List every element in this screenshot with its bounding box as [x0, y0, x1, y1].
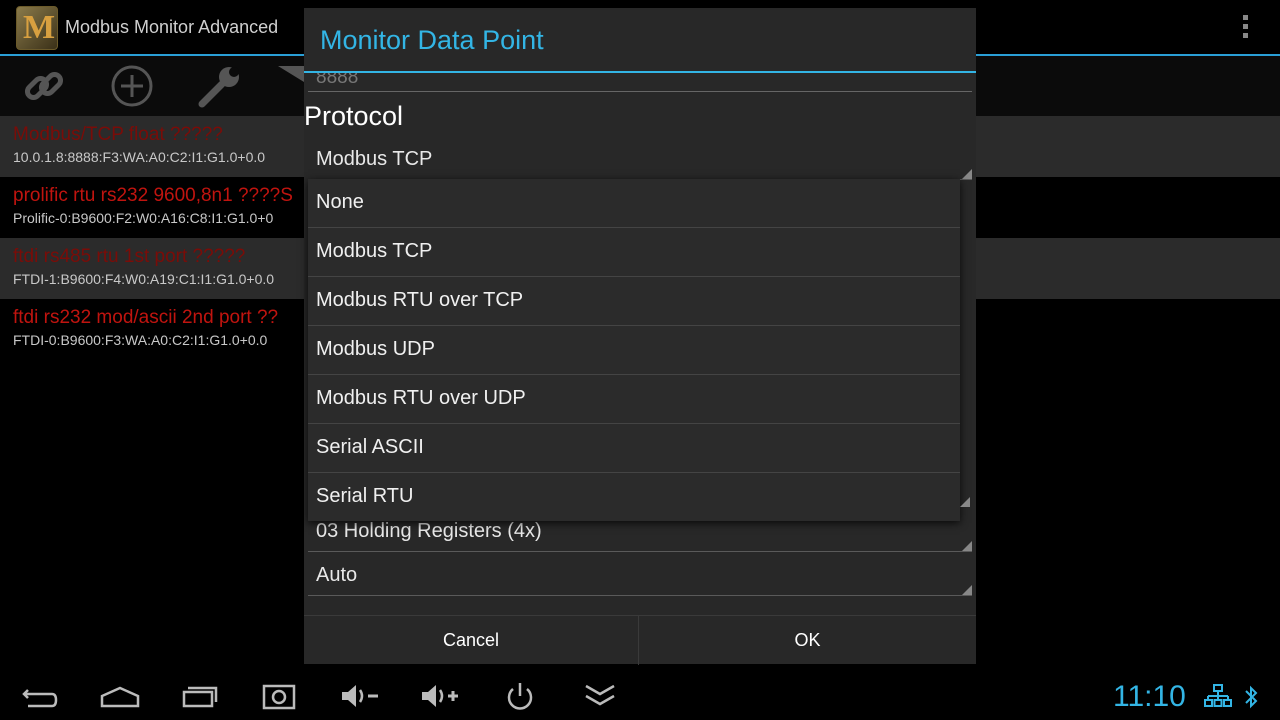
- dropdown-option-serial-rtu[interactable]: Serial RTU: [308, 473, 960, 522]
- screenshot-icon[interactable]: [258, 680, 302, 712]
- network-icon: [1204, 684, 1232, 713]
- dialog-button-bar: Cancel OK: [304, 615, 976, 665]
- dropdown-option-label: Modbus RTU over TCP: [316, 289, 524, 311]
- protocol-label: Protocol: [304, 101, 404, 131]
- function-spinner-value: 03 Holding Registers (4x): [316, 520, 542, 542]
- bluetooth-icon: [1242, 684, 1260, 715]
- volume-down-icon[interactable]: [338, 680, 382, 712]
- dropdown-option-none[interactable]: None: [308, 179, 960, 228]
- dropdown-option-label: Serial RTU: [316, 485, 414, 507]
- dropdown-option-serial-ascii[interactable]: Serial ASCII: [308, 424, 960, 473]
- cancel-button[interactable]: Cancel: [304, 616, 639, 665]
- dropdown-option-label: None: [316, 191, 364, 213]
- format-spinner[interactable]: Auto: [308, 560, 972, 596]
- app-title: Modbus Monitor Advanced: [65, 17, 279, 37]
- dropdown-option-label: Modbus TCP: [316, 240, 433, 262]
- dropdown-option-modbus-rtu-over-tcp[interactable]: Modbus RTU over TCP: [308, 277, 960, 326]
- spinner-arrow-icon: [962, 541, 972, 551]
- dropdown-option-label: Modbus RTU over UDP: [316, 387, 526, 409]
- link-icon[interactable]: [20, 62, 68, 110]
- wrench-icon[interactable]: [196, 62, 244, 110]
- overflow-menu-icon[interactable]: [1243, 15, 1249, 41]
- port-field[interactable]: 8888: [308, 73, 972, 92]
- system-bar: [0, 672, 1280, 720]
- dropdown-option-modbus-tcp[interactable]: Modbus TCP: [308, 228, 960, 277]
- protocol-spinner-value: Modbus TCP: [316, 148, 433, 170]
- recent-apps-icon[interactable]: [178, 680, 222, 712]
- protocol-spinner[interactable]: Modbus TCP: [308, 144, 972, 180]
- spinner-arrow-icon: [962, 585, 972, 595]
- dialog-title: Monitor Data Point: [320, 25, 544, 55]
- protocol-dropdown: None Modbus TCP Modbus RTU over TCP Modb…: [308, 179, 960, 521]
- home-icon[interactable]: [98, 680, 142, 712]
- back-icon[interactable]: [18, 680, 62, 712]
- port-field-value: 8888: [316, 73, 359, 88]
- app-logo-letter: M: [23, 9, 56, 46]
- power-icon[interactable]: [498, 680, 542, 712]
- status-clock[interactable]: 11:10: [1113, 680, 1186, 714]
- spinner-arrow-icon: [962, 169, 972, 179]
- collapse-icon[interactable]: [578, 680, 622, 712]
- volume-up-icon[interactable]: [418, 680, 462, 712]
- dropdown-option-modbus-udp[interactable]: Modbus UDP: [308, 326, 960, 375]
- dropdown-option-modbus-rtu-over-udp[interactable]: Modbus RTU over UDP: [308, 375, 960, 424]
- dropdown-option-label: Modbus UDP: [316, 338, 435, 360]
- add-icon[interactable]: [108, 62, 156, 110]
- dropdown-option-label: Serial ASCII: [316, 436, 424, 458]
- spinner-arrow-icon: [960, 497, 970, 507]
- format-spinner-value: Auto: [316, 564, 358, 586]
- app-logo-icon[interactable]: M: [16, 6, 58, 50]
- ok-button[interactable]: OK: [640, 616, 975, 665]
